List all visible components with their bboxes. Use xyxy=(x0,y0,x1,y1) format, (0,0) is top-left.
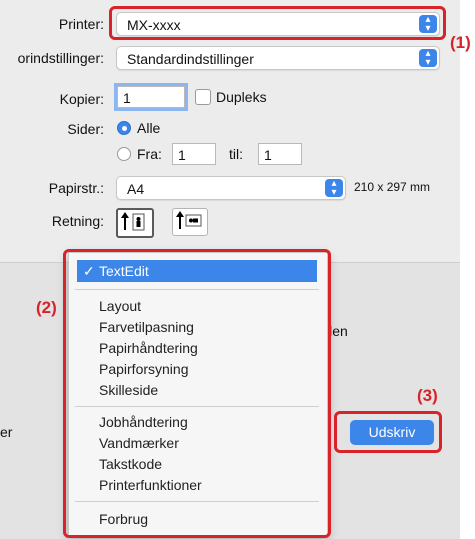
callout-1-label: (1) xyxy=(450,33,471,52)
landscape-orientation-icon xyxy=(176,211,202,229)
pages-from-label: Fra: xyxy=(137,146,162,162)
pages-to-label: til: xyxy=(229,146,243,162)
callout-2-highlight xyxy=(63,249,331,538)
pages-all-radio[interactable] xyxy=(117,121,131,135)
copies-label: Kopier: xyxy=(59,91,104,107)
select-stepper-icon: ▴ ▾ xyxy=(419,49,437,68)
presets-select-value: Standardindstillinger xyxy=(127,51,254,67)
copies-field[interactable]: 1 xyxy=(114,83,188,111)
cut-off-text: er xyxy=(0,424,13,440)
printer-label: Printer: xyxy=(58,16,104,32)
duplex-label: Dupleks xyxy=(216,89,267,105)
paper-size-label: Papirstr.: xyxy=(48,180,104,196)
pages-all-label: Alle xyxy=(137,120,161,136)
orientation-landscape-button[interactable] xyxy=(172,208,208,236)
presets-label: orindstillinger: xyxy=(17,50,104,66)
callout-2-label: (2) xyxy=(36,298,57,317)
pages-to-field[interactable]: 1 xyxy=(258,143,302,165)
select-stepper-icon: ▴ ▾ xyxy=(325,179,343,198)
paper-size-value: A4 xyxy=(127,181,145,197)
paper-dimensions: 210 x 297 mm xyxy=(354,180,431,194)
orientation-portrait-button[interactable] xyxy=(116,208,154,238)
paper-size-select[interactable]: A4 ▴ ▾ xyxy=(116,176,346,200)
callout-1-highlight xyxy=(109,6,446,40)
orientation-label: Retning: xyxy=(51,213,104,229)
callout-3-highlight xyxy=(334,411,442,453)
pages-label: Sider: xyxy=(67,121,104,137)
pages-from-radio[interactable] xyxy=(117,147,131,161)
presets-select[interactable]: Standardindstillinger ▴ ▾ xyxy=(116,46,440,70)
portrait-orientation-icon xyxy=(121,212,145,231)
duplex-checkbox[interactable] xyxy=(195,89,211,105)
callout-3-label: (3) xyxy=(417,386,438,405)
pages-from-field[interactable]: 1 xyxy=(172,143,216,165)
